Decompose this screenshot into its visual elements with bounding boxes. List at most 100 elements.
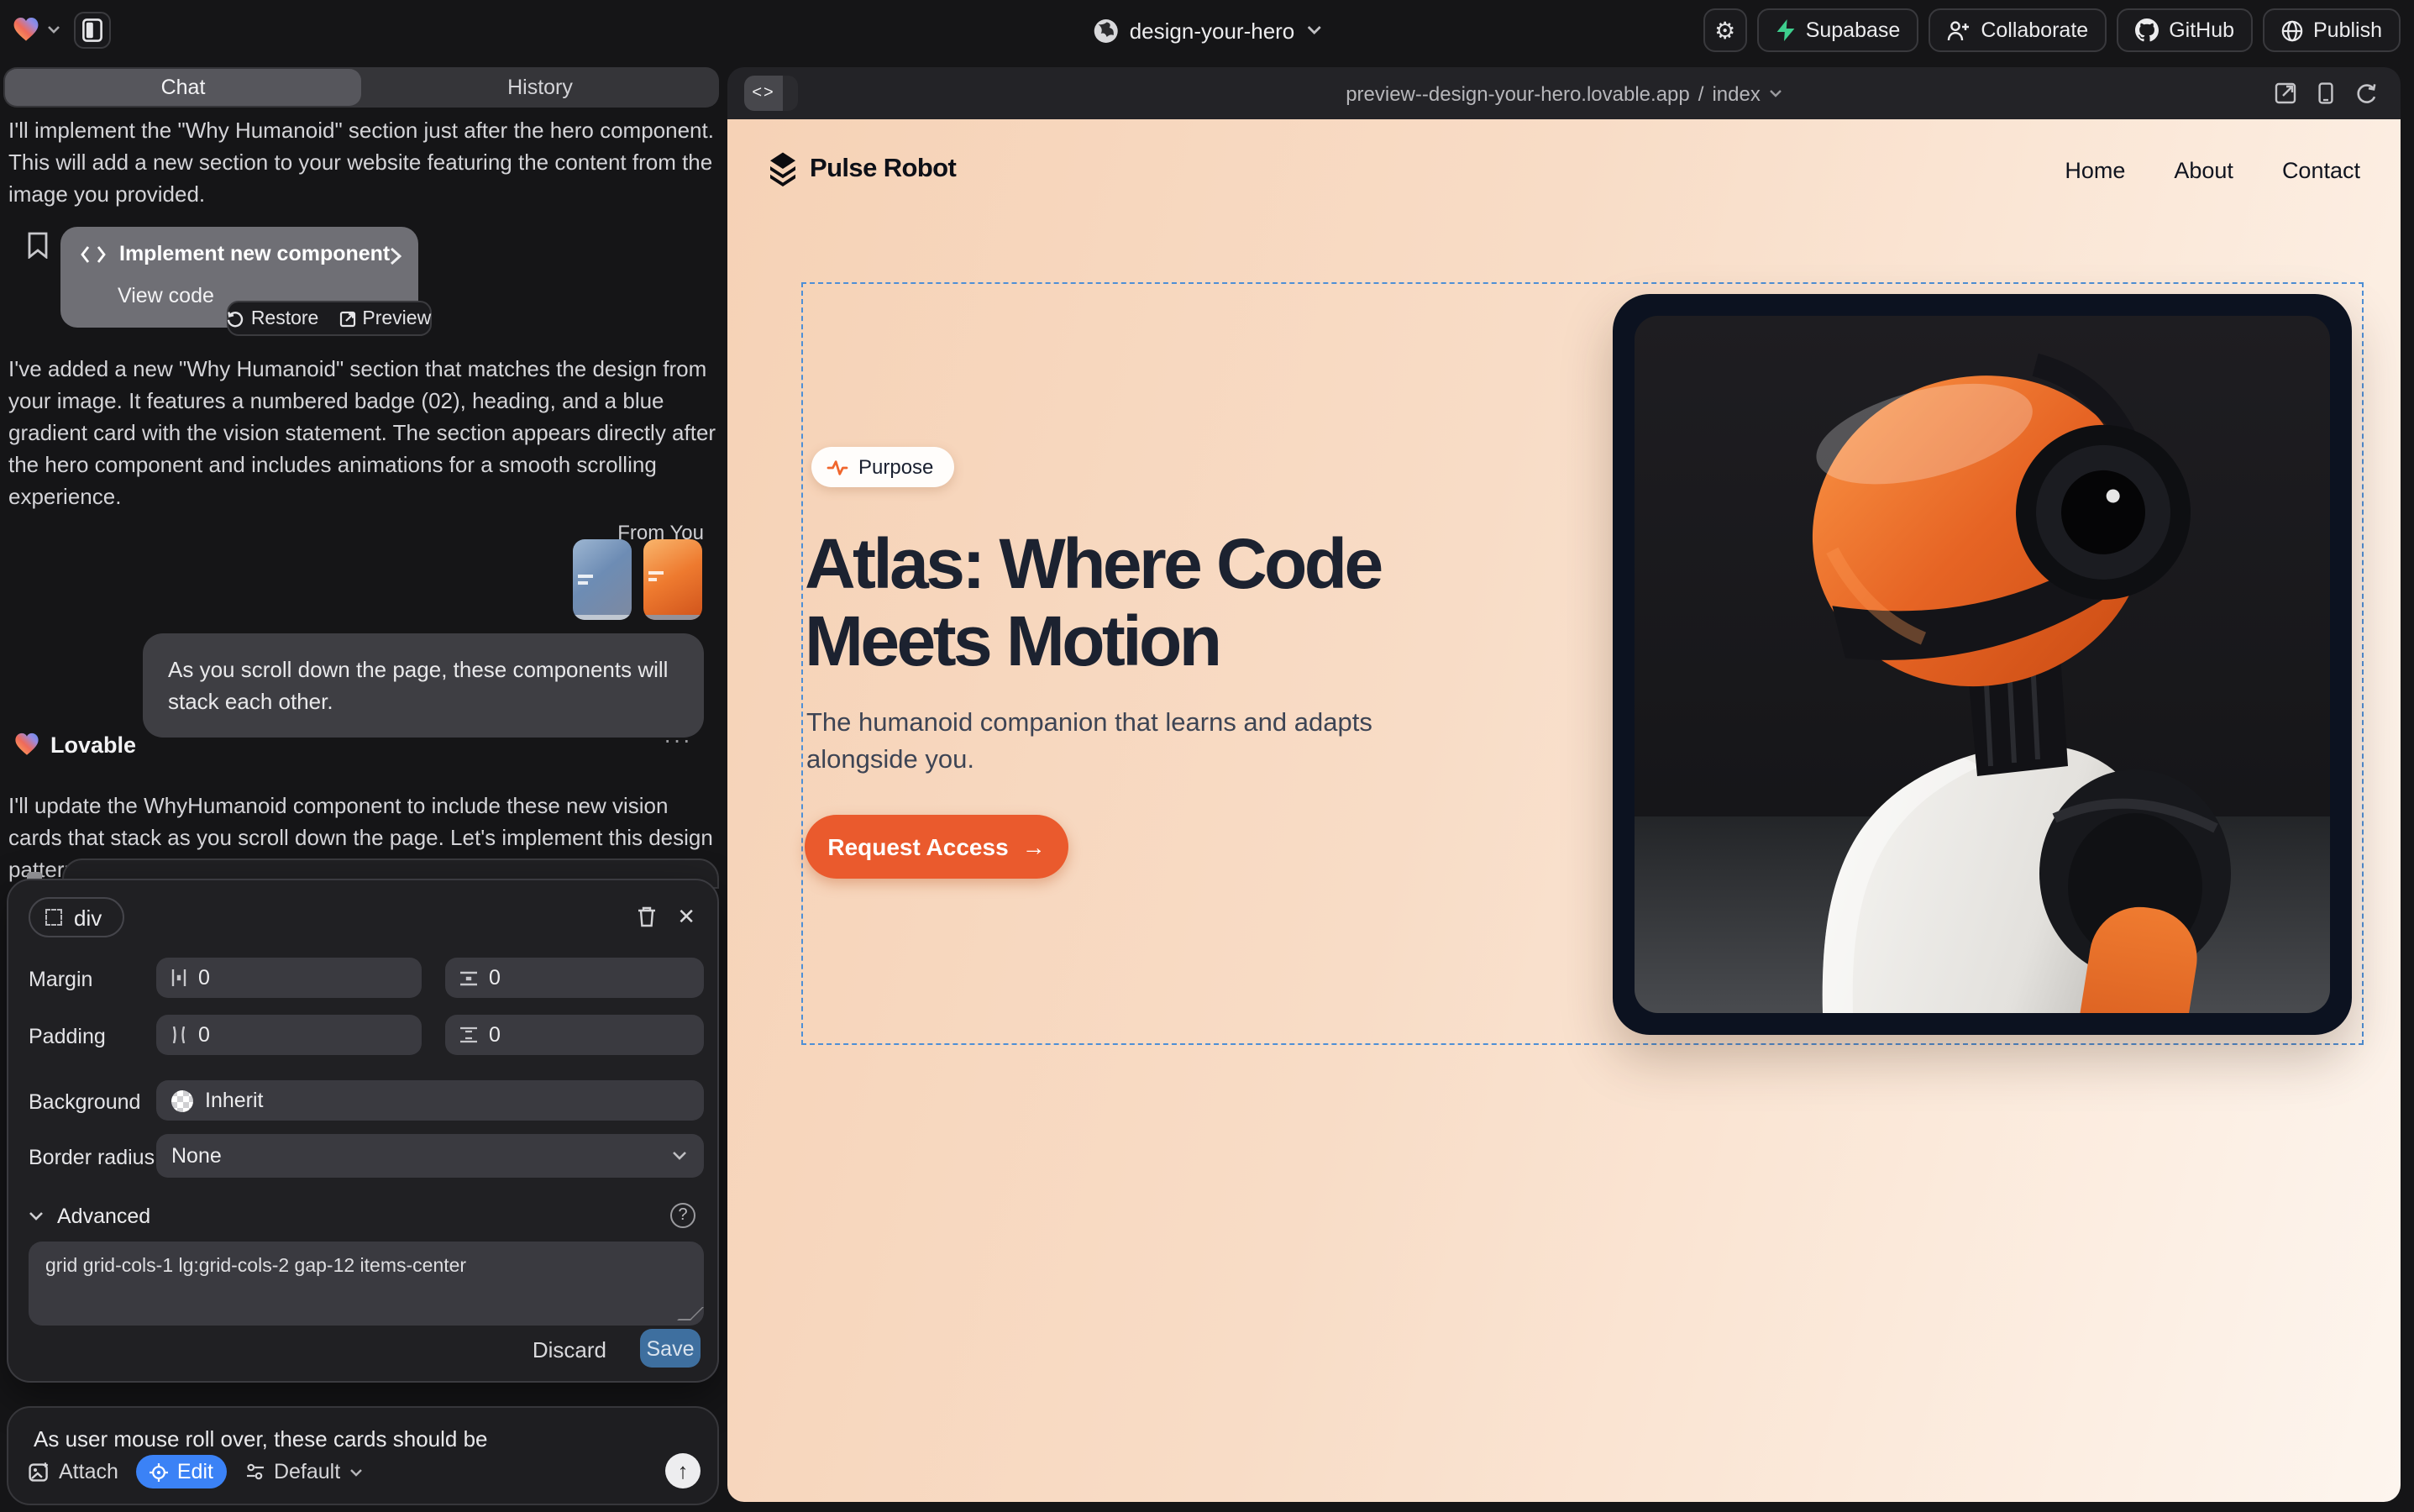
- background-input[interactable]: Inherit: [156, 1080, 704, 1121]
- site-brand-name: Pulse Robot: [810, 154, 956, 184]
- version-toolbar: Restore Preview: [227, 301, 432, 336]
- nav-about[interactable]: About: [2174, 158, 2233, 183]
- collaborate-button[interactable]: Collaborate: [1929, 8, 2107, 52]
- pulse-icon: [827, 458, 848, 476]
- github-button[interactable]: GitHub: [2117, 8, 2253, 52]
- attach-image-icon: [29, 1462, 50, 1482]
- project-switcher[interactable]: design-your-hero: [1093, 0, 1322, 60]
- topbar-actions: ⚙ Supabase Collaborate GitHub Publish: [1703, 8, 2401, 52]
- settings-button[interactable]: ⚙: [1703, 8, 1747, 52]
- user-message-bubble: As you scroll down the page, these compo…: [143, 633, 704, 738]
- margin-y-input[interactable]: 0: [445, 958, 704, 998]
- site-brand[interactable]: Pulse Robot: [768, 151, 956, 186]
- preview-url-domain: preview--design-your-hero.lovable.app: [1346, 81, 1690, 105]
- arrow-right-icon: →: [1022, 833, 1046, 860]
- component-card-title: Implement new component: [119, 242, 390, 265]
- restore-button[interactable]: Restore: [228, 308, 319, 328]
- code-toggle-track: [783, 76, 798, 111]
- gear-icon: ⚙: [1714, 18, 1735, 42]
- send-button[interactable]: ↑: [665, 1453, 701, 1488]
- collaborate-label: Collaborate: [1981, 18, 2088, 42]
- margin-y-icon: [460, 970, 477, 985]
- publish-button[interactable]: Publish: [2263, 8, 2401, 52]
- supabase-button[interactable]: Supabase: [1757, 8, 1919, 52]
- padding-x-input[interactable]: 0: [156, 1015, 422, 1055]
- element-tag: div: [74, 905, 102, 930]
- request-access-button[interactable]: Request Access →: [805, 815, 1068, 879]
- tab-chat[interactable]: Chat: [5, 69, 361, 106]
- advanced-classes-textarea[interactable]: grid grid-cols-1 lg:grid-cols-2 gap-12 i…: [29, 1242, 704, 1326]
- padding-y-input[interactable]: 0: [445, 1015, 704, 1055]
- attachment-thumbnail-orange[interactable]: [643, 539, 702, 620]
- composer-toolbar: Attach Edit Default ↑: [29, 1455, 701, 1488]
- mobile-view-icon[interactable]: [2318, 82, 2333, 104]
- bookmark-icon[interactable]: [27, 232, 49, 259]
- border-radius-select[interactable]: None: [156, 1134, 704, 1178]
- preview-actions: [2275, 82, 2377, 104]
- code-brackets-icon: [81, 244, 106, 263]
- close-icon[interactable]: ✕: [677, 904, 695, 931]
- publish-label: Publish: [2313, 18, 2382, 42]
- pulse-robot-logo-icon: [768, 151, 798, 186]
- preview-header: preview--design-your-hero.lovable.app / …: [727, 67, 2401, 119]
- project-chevron-down-icon: [1306, 25, 1321, 35]
- margin-x-input[interactable]: 0: [156, 958, 422, 998]
- dashed-square-icon: [45, 909, 62, 926]
- chevron-right-icon: [390, 247, 401, 265]
- mode-select[interactable]: Default: [245, 1460, 362, 1483]
- logo-chevron-down-icon[interactable]: [47, 25, 60, 34]
- hero-subtext: The humanoid companion that learns and a…: [806, 706, 1378, 780]
- nav-home[interactable]: Home: [2065, 158, 2125, 183]
- restore-icon: [228, 310, 244, 327]
- selected-element-pill[interactable]: div: [29, 897, 123, 937]
- preview-panel: preview--design-your-hero.lovable.app / …: [727, 67, 2401, 1502]
- discard-button[interactable]: Discard: [533, 1337, 606, 1362]
- app-topbar: design-your-hero ⚙ Supabase Collaborate …: [0, 0, 2414, 60]
- site-preview: Pulse Robot Home About Contact Purpose A…: [727, 119, 2401, 1502]
- help-icon[interactable]: ?: [670, 1203, 695, 1228]
- sidebar-panel-icon: [82, 18, 102, 42]
- chat-composer[interactable]: As user mouse roll over, these cards sho…: [7, 1406, 719, 1505]
- composer-input-text[interactable]: As user mouse roll over, these cards sho…: [34, 1426, 488, 1452]
- preview-button[interactable]: Preview: [338, 308, 431, 328]
- element-inspector-panel: div ✕ Margin 0 0 Padding 0 0 Backgr: [7, 879, 719, 1383]
- edit-mode-button[interactable]: Edit: [137, 1455, 227, 1488]
- sidebar-toggle-button[interactable]: [74, 12, 111, 49]
- preview-url[interactable]: preview--design-your-hero.lovable.app / …: [727, 67, 2401, 119]
- url-chevron-down-icon: [1769, 89, 1782, 97]
- lovable-logo-icon[interactable]: [12, 15, 40, 44]
- view-code-link[interactable]: View code: [118, 284, 214, 307]
- assistant-name: Lovable: [50, 732, 136, 758]
- mode-chevron-down-icon: [349, 1467, 362, 1476]
- hero-robot-card: [1613, 294, 2352, 1035]
- padding-label: Padding: [29, 1025, 106, 1048]
- collaborate-people-icon: [1947, 19, 1971, 41]
- preview-url-separator: /: [1698, 81, 1704, 105]
- code-toggle-label: <>: [744, 76, 783, 111]
- refresh-icon[interactable]: [2355, 82, 2377, 104]
- save-button[interactable]: Save: [640, 1329, 701, 1368]
- trash-icon[interactable]: [637, 906, 657, 927]
- attach-button[interactable]: Attach: [29, 1460, 118, 1483]
- preview-url-page: index: [1712, 81, 1760, 105]
- github-label: GitHub: [2169, 18, 2234, 42]
- margin-label: Margin: [29, 968, 92, 991]
- chat-history-tabs: Chat History: [3, 67, 719, 108]
- resize-handle[interactable]: [677, 1307, 704, 1320]
- code-view-toggle[interactable]: <>: [744, 76, 798, 111]
- nav-contact[interactable]: Contact: [2282, 158, 2360, 183]
- project-name: design-your-hero: [1130, 18, 1295, 43]
- message-menu-button[interactable]: ···: [664, 726, 692, 753]
- target-icon: [150, 1462, 169, 1481]
- advanced-chevron-down-icon: [29, 1211, 44, 1221]
- open-in-new-tab-icon[interactable]: [2275, 82, 2296, 104]
- tab-history[interactable]: History: [361, 67, 719, 108]
- background-swatch: [171, 1089, 193, 1111]
- hero-heading: Atlas: Where Code Meets Motion: [805, 526, 1381, 680]
- external-link-icon: [338, 310, 355, 327]
- background-label: Background: [29, 1090, 140, 1114]
- site-nav: Home About Contact: [2065, 158, 2360, 183]
- site-header: Pulse Robot Home About Contact: [727, 146, 2401, 197]
- attachment-thumbnail-blue[interactable]: [573, 539, 632, 620]
- advanced-toggle[interactable]: Advanced: [29, 1205, 150, 1228]
